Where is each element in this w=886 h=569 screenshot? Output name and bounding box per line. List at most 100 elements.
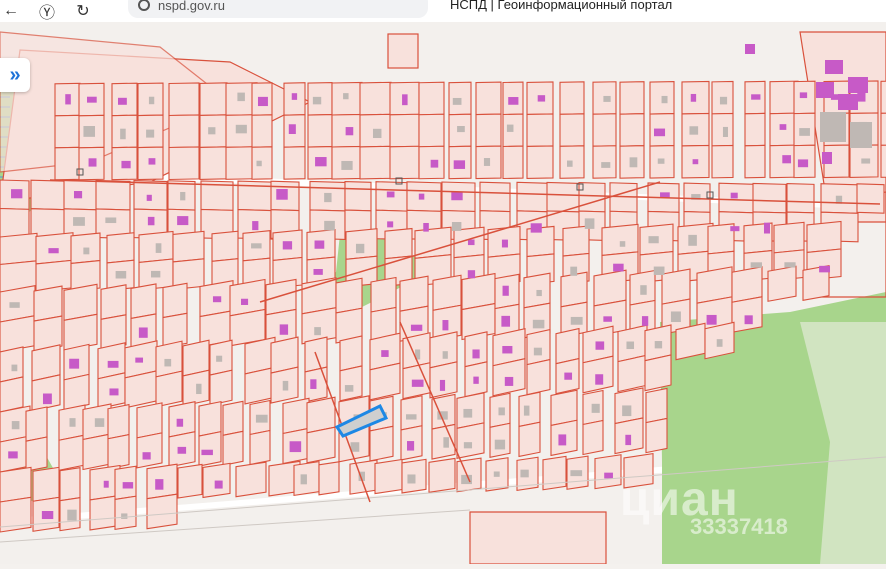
- land-parcel[interactable]: [0, 207, 30, 239]
- land-parcel[interactable]: [202, 462, 231, 499]
- land-parcel[interactable]: [235, 461, 267, 498]
- land-parcel[interactable]: [177, 463, 203, 499]
- land-parcel[interactable]: [54, 114, 81, 149]
- land-parcel[interactable]: [306, 426, 336, 464]
- land-parcel[interactable]: [0, 232, 38, 266]
- land-parcel[interactable]: [54, 146, 81, 181]
- land-parcel[interactable]: [30, 179, 67, 211]
- land-parcel[interactable]: [429, 361, 458, 399]
- land-parcel[interactable]: [222, 430, 244, 466]
- land-parcel[interactable]: [82, 433, 112, 471]
- land-parcel[interactable]: [594, 454, 622, 490]
- land-parcel[interactable]: [389, 113, 420, 148]
- land-parcel[interactable]: [318, 461, 340, 496]
- land-parcel[interactable]: [182, 369, 210, 407]
- land-parcel[interactable]: [464, 331, 488, 368]
- land-parcel[interactable]: [249, 429, 271, 466]
- land-parcel[interactable]: [744, 112, 766, 147]
- sidebar-toggle-button[interactable]: »: [0, 58, 30, 92]
- land-parcel[interactable]: [428, 457, 456, 493]
- land-parcel[interactable]: [335, 277, 363, 314]
- land-parcel[interactable]: [32, 466, 60, 502]
- land-parcel[interactable]: [359, 145, 392, 180]
- land-parcel[interactable]: [251, 146, 273, 180]
- land-parcel[interactable]: [369, 425, 394, 462]
- land-parcel[interactable]: [100, 284, 127, 320]
- land-parcel[interactable]: [711, 112, 734, 147]
- address-bar[interactable]: nspd.gov.ru: [128, 0, 428, 18]
- land-parcel[interactable]: [107, 403, 130, 440]
- land-parcel[interactable]: [389, 145, 420, 180]
- land-parcel[interactable]: [644, 354, 672, 392]
- land-parcel[interactable]: [550, 389, 578, 427]
- land-parcel[interactable]: [418, 113, 445, 148]
- land-parcel[interactable]: [559, 113, 585, 147]
- land-parcel[interactable]: [0, 346, 24, 383]
- land-parcel[interactable]: [475, 113, 502, 148]
- land-parcel[interactable]: [168, 114, 200, 149]
- land-parcel[interactable]: [518, 391, 541, 428]
- land-parcel[interactable]: [806, 220, 842, 254]
- land-parcel[interactable]: [518, 421, 541, 458]
- land-parcel[interactable]: [162, 282, 188, 319]
- land-parcel[interactable]: [31, 374, 61, 412]
- land-parcel[interactable]: [731, 266, 763, 303]
- land-parcel[interactable]: [33, 285, 63, 322]
- land-parcel[interactable]: [0, 376, 24, 413]
- land-parcel[interactable]: [344, 180, 372, 212]
- land-parcel[interactable]: [526, 145, 554, 179]
- land-parcel[interactable]: [880, 144, 886, 178]
- land-parcel[interactable]: [526, 358, 551, 396]
- land-parcel[interactable]: [0, 466, 32, 503]
- land-parcel[interactable]: [786, 182, 815, 214]
- land-parcel[interactable]: [63, 313, 98, 351]
- land-parcel[interactable]: [198, 430, 222, 467]
- land-parcel[interactable]: [168, 146, 200, 181]
- land-parcel[interactable]: [198, 400, 222, 437]
- land-parcel[interactable]: [307, 114, 333, 148]
- land-parcel[interactable]: [456, 422, 485, 459]
- land-parcel[interactable]: [59, 467, 81, 502]
- land-parcel[interactable]: [856, 183, 885, 214]
- land-parcel[interactable]: [592, 145, 617, 179]
- land-parcel[interactable]: [731, 296, 763, 333]
- land-parcel[interactable]: [601, 223, 639, 257]
- land-parcel[interactable]: [265, 278, 297, 316]
- land-parcel[interactable]: [773, 221, 805, 254]
- land-parcel[interactable]: [582, 419, 604, 456]
- land-parcel[interactable]: [617, 354, 648, 393]
- land-parcel[interactable]: [369, 362, 401, 401]
- land-parcel[interactable]: [25, 436, 48, 472]
- land-parcel[interactable]: [752, 182, 787, 214]
- land-parcel[interactable]: [25, 406, 48, 442]
- land-parcel[interactable]: [124, 370, 158, 409]
- land-parcel[interactable]: [475, 81, 502, 116]
- land-parcel[interactable]: [209, 369, 233, 406]
- land-parcel[interactable]: [339, 335, 363, 372]
- land-parcel[interactable]: [619, 113, 645, 147]
- land-parcel[interactable]: [399, 275, 429, 312]
- land-parcel[interactable]: [136, 402, 163, 439]
- land-parcel[interactable]: [35, 259, 74, 293]
- reload-icon[interactable]: ↻: [72, 0, 94, 22]
- land-parcel[interactable]: [136, 432, 163, 469]
- land-parcel[interactable]: [114, 495, 137, 531]
- land-parcel[interactable]: [282, 397, 310, 435]
- yandex-icon[interactable]: Ⓨ: [36, 0, 58, 22]
- land-parcel[interactable]: [251, 114, 273, 148]
- land-parcel[interactable]: [95, 179, 131, 211]
- land-parcel[interactable]: [592, 113, 617, 147]
- land-parcel[interactable]: [559, 81, 585, 115]
- land-parcel[interactable]: [199, 146, 228, 180]
- land-parcel[interactable]: [526, 328, 551, 366]
- land-parcel[interactable]: [222, 400, 244, 436]
- land-parcel[interactable]: [562, 225, 590, 257]
- land-parcel[interactable]: [432, 274, 462, 311]
- land-parcel[interactable]: [707, 223, 735, 255]
- land-parcel[interactable]: [880, 80, 886, 114]
- land-parcel[interactable]: [711, 144, 734, 179]
- land-parcel[interactable]: [560, 271, 588, 308]
- land-parcel[interactable]: [172, 230, 205, 263]
- land-parcel[interactable]: [199, 82, 228, 116]
- land-parcel[interactable]: [418, 81, 445, 116]
